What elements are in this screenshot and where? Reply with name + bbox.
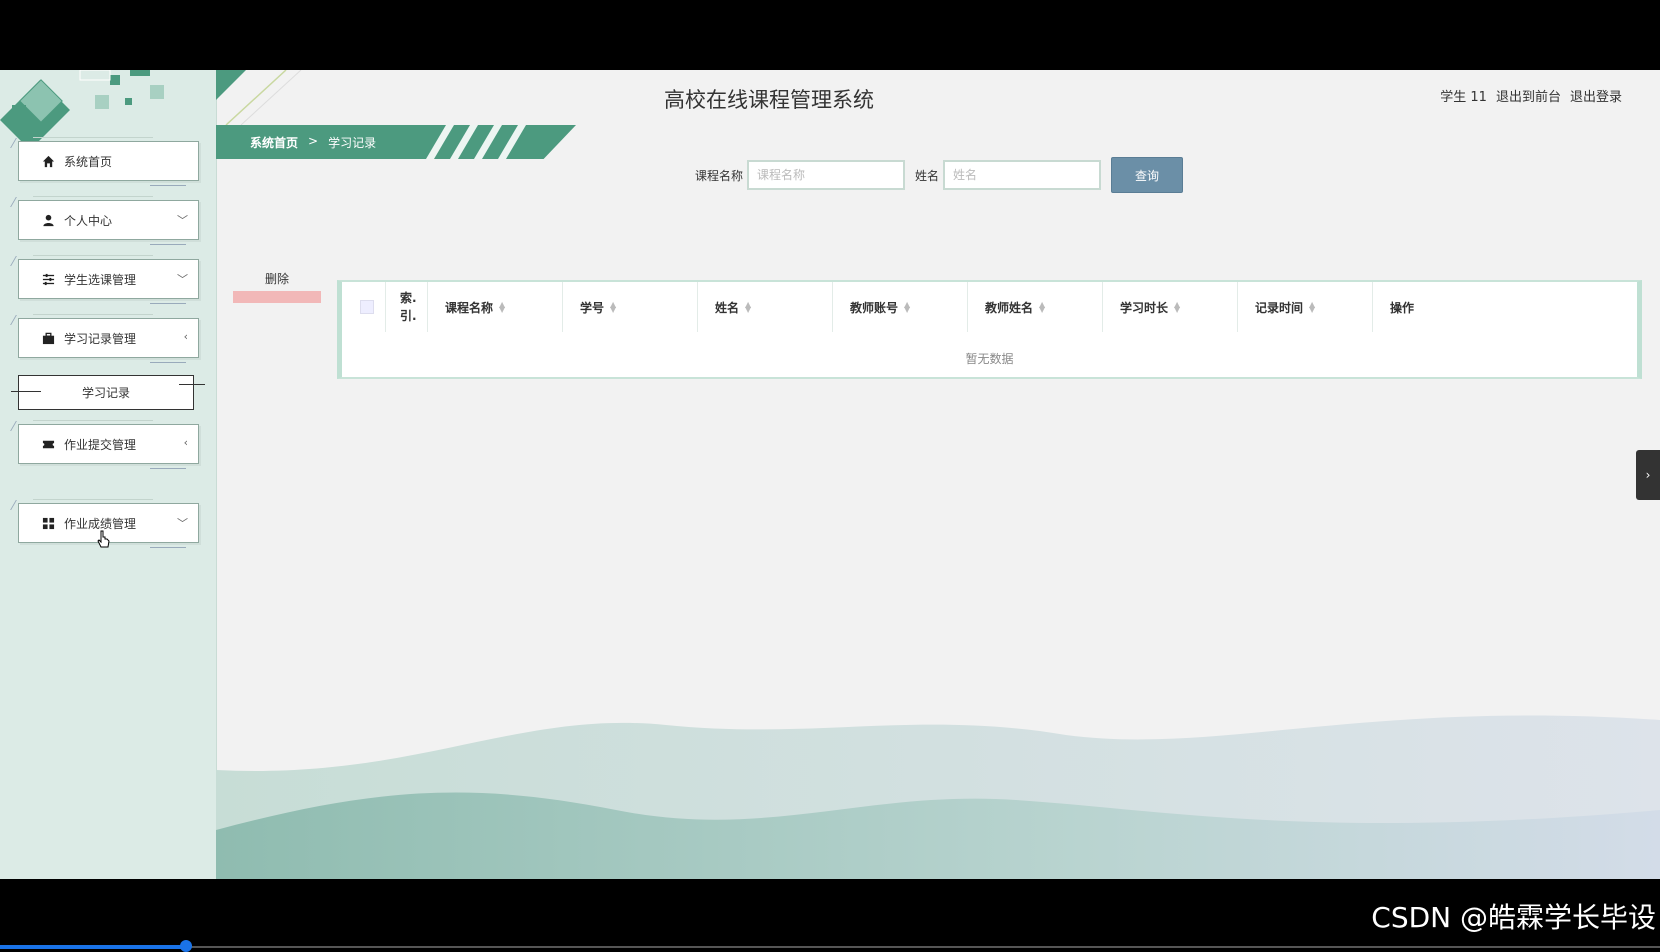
column-header-name[interactable]: 姓名 ▲ ▼ [698, 282, 833, 332]
column-header-course-name[interactable]: 课程名称 ▲ ▼ [428, 282, 563, 332]
table-header: 索. 引. 课程名称 ▲ ▼ 学号 ▲ ▼ 姓名 ▲ ▼ 教师账号 ▲ ▼ 教师姓名 ▲ ▼ 学习时… [342, 282, 1637, 332]
sidebar-item-home[interactable]: 系统首页 [10, 137, 199, 186]
chevron-down-icon: ﹀ [177, 517, 188, 530]
delete-bar [233, 291, 321, 303]
delete-button[interactable]: 删除 [233, 270, 321, 303]
home-icon [41, 154, 55, 168]
chevron-down-icon: ﹀ [177, 273, 188, 286]
sidebar-item-label: 个人中心 [64, 213, 113, 228]
breadcrumb: 系统首页 > 学习记录 [216, 125, 576, 159]
column-header-teacher-account[interactable]: 教师账号 ▲ ▼ [833, 282, 968, 332]
sort-icon[interactable]: ▲ ▼ [904, 301, 910, 314]
watermark: CSDN @皓霖学长毕设 [1371, 901, 1656, 934]
sidebar-item-homework-submission[interactable]: 作业提交管理 ‹ [10, 420, 199, 469]
column-header-teacher-name[interactable]: 教师姓名 ▲ ▼ [968, 282, 1103, 332]
sidebar-item-label: 学生选课管理 [64, 272, 137, 287]
select-all-cell [342, 282, 386, 332]
breadcrumb-home[interactable]: 系统首页 [250, 134, 298, 151]
sidebar-item-course-selection[interactable]: 学生选课管理 ﹀ [10, 255, 199, 304]
course-name-label: 课程名称 [695, 168, 744, 183]
mouse-cursor-icon [97, 530, 110, 548]
index-header: 索. 引. [386, 282, 428, 332]
grid-icon [41, 516, 55, 530]
chevron-down-icon: ﹀ [177, 214, 188, 227]
search-bar: 课程名称 姓名 查询 [695, 157, 1184, 193]
sidebar-item-label: 作业成绩管理 [64, 516, 137, 531]
sidebar-item-label: 作业提交管理 [64, 437, 137, 452]
sort-icon[interactable]: ▲ ▼ [499, 301, 505, 314]
sidebar-item-label: 系统首页 [64, 154, 113, 169]
video-progress-track[interactable] [185, 946, 1660, 948]
sort-icon[interactable]: ▲ ▼ [745, 301, 751, 314]
breadcrumb-separator: > [308, 134, 319, 148]
name-label: 姓名 [915, 168, 940, 183]
briefcase-icon [41, 331, 55, 345]
sort-icon[interactable]: ▲ ▼ [610, 301, 616, 314]
sort-icon[interactable]: ▲ ▼ [1039, 301, 1045, 314]
sidebar: 系统首页 个人中心 ﹀ 学生选课管理 ﹀ 学习记录管理 ‹ 学习记录 作业提交管… [0, 70, 217, 879]
app-window: 系统首页 个人中心 ﹀ 学生选课管理 ﹀ 学习记录管理 ‹ 学习记录 作业提交管… [0, 70, 1660, 879]
background-waves [216, 715, 1660, 879]
query-button[interactable]: 查询 [1111, 157, 1184, 193]
chevron-left-icon: ‹ [183, 436, 188, 449]
user-label: 学生 11 [1440, 90, 1487, 105]
video-progress-bar[interactable] [0, 945, 185, 949]
delete-label: 删除 [264, 272, 289, 286]
breadcrumb-current: 学习记录 [328, 136, 377, 150]
sliders-icon [41, 272, 55, 286]
exit-to-front-link[interactable]: 退出到前台 [1496, 86, 1561, 105]
logout-link[interactable]: 退出登录 [1570, 86, 1622, 105]
column-header-study-duration[interactable]: 学习时长 ▲ ▼ [1103, 282, 1238, 332]
video-progress-handle[interactable] [180, 940, 192, 952]
ticket-icon [41, 437, 55, 451]
name-input[interactable] [943, 160, 1102, 190]
sort-icon[interactable]: ▲ ▼ [1174, 301, 1180, 314]
sidebar-item-study-record-management[interactable]: 学习记录管理 ‹ [10, 314, 199, 363]
sidebar-decoration [0, 70, 216, 150]
course-name-input[interactable] [747, 160, 906, 190]
data-table: 索. 引. 课程名称 ▲ ▼ 学号 ▲ ▼ 姓名 ▲ ▼ 教师账号 ▲ ▼ 教师姓名 ▲ ▼ 学习时… [337, 280, 1642, 379]
select-all-checkbox[interactable] [360, 300, 374, 314]
sort-icon[interactable]: ▲ ▼ [1309, 301, 1315, 314]
sidebar-subitem-study-record[interactable]: 学习记录 [11, 375, 205, 410]
empty-state: 暂无数据 [965, 352, 1014, 366]
sidebar-subitem-label: 学习记录 [81, 386, 130, 400]
sidebar-item-label: 学习记录管理 [64, 331, 137, 346]
page-title: 高校在线课程管理系统 [664, 88, 874, 112]
chevron-left-icon: ‹ [183, 330, 188, 343]
column-header-student-id[interactable]: 学号 ▲ ▼ [563, 282, 698, 332]
user-icon [41, 213, 55, 227]
chevron-right-icon[interactable]: › [1636, 450, 1660, 500]
sidebar-item-personal-center[interactable]: 个人中心 ﹀ [10, 196, 199, 245]
column-header-record-time[interactable]: 记录时间 ▲ ▼ [1238, 282, 1373, 332]
column-header-actions: 操作 [1390, 300, 1415, 315]
top-links: 学生 11 退出到前台 退出登录 [1440, 86, 1622, 105]
header-decoration [216, 70, 302, 125]
